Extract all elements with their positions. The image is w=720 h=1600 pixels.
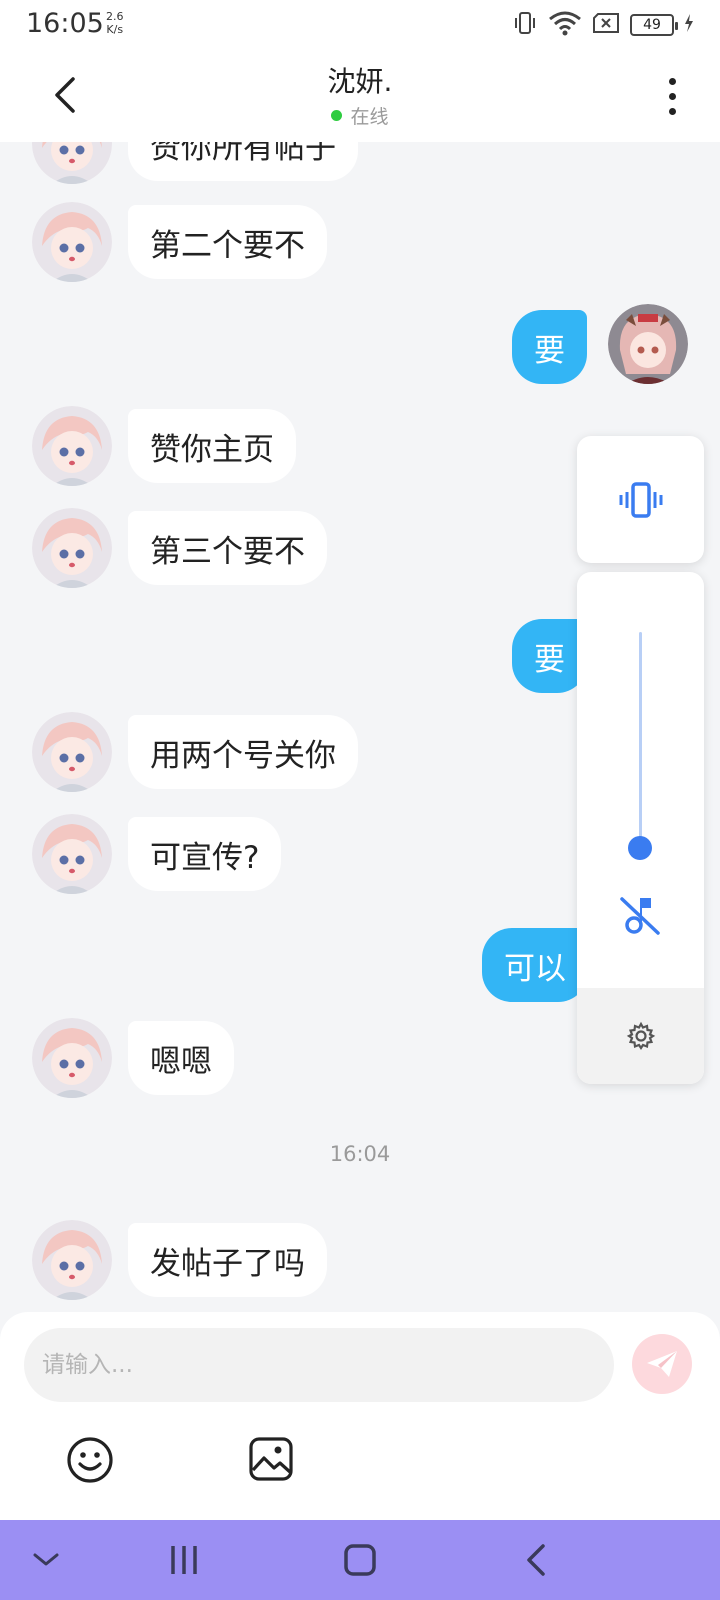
settings-icon [626, 1021, 655, 1050]
message-bubble-incoming[interactable]: 发帖子了吗 [128, 1223, 327, 1297]
media-mute-button[interactable] [617, 892, 663, 938]
status-bar: 16:05 2.6 K/s 49 [0, 0, 720, 50]
contact-avatar[interactable] [32, 712, 112, 792]
contact-avatar[interactable] [32, 202, 112, 282]
contact-avatar[interactable] [32, 142, 112, 184]
system-nav-bar [0, 1520, 720, 1600]
user-avatar[interactable] [608, 304, 688, 384]
contact-name: 沈妍. [327, 65, 393, 98]
contact-avatar[interactable] [32, 814, 112, 894]
message-bubble-incoming[interactable]: 第三个要不 [128, 511, 327, 585]
emoji-button[interactable] [66, 1436, 114, 1484]
recents-button[interactable] [160, 1536, 208, 1584]
contact-avatar[interactable] [32, 1220, 112, 1300]
status-time: 16:05 [26, 8, 104, 39]
volume-slider-thumb[interactable] [628, 836, 652, 860]
contact-avatar[interactable] [32, 406, 112, 486]
message-bubble-incoming[interactable]: 第二个要不 [128, 205, 327, 279]
volume-panel [577, 572, 704, 1084]
home-icon [344, 1544, 376, 1576]
message-bubble-incoming[interactable]: 可宣传? [128, 817, 282, 891]
network-speed-unit: K/s [106, 23, 124, 36]
more-options-button[interactable] [654, 70, 690, 122]
battery-icon: 49 [630, 14, 678, 36]
ringer-mode-button[interactable] [577, 436, 704, 563]
message-bubble-incoming[interactable]: 用两个号关你 [128, 715, 358, 789]
volume-settings-button[interactable] [577, 988, 704, 1084]
network-speed-value: 2.6 [106, 10, 124, 23]
chat-header: 沈妍. 在线 [0, 50, 720, 142]
contact-avatar[interactable] [32, 1018, 112, 1098]
no-sim-icon [592, 12, 620, 38]
message-bubble-incoming[interactable]: 赞你所有帖子 [128, 142, 358, 181]
vibrate-mode-icon [619, 481, 662, 518]
online-status-label: 在线 [350, 106, 389, 128]
wifi-icon [548, 10, 582, 40]
message-bubble-incoming[interactable]: 嗯嗯 [128, 1021, 234, 1095]
contact-info[interactable]: 沈妍. 在线 [0, 60, 720, 129]
volume-slider-track[interactable] [639, 632, 642, 852]
home-button[interactable] [336, 1536, 384, 1584]
online-dot-icon [331, 110, 343, 121]
nav-back-button[interactable] [512, 1536, 560, 1584]
status-icons: 49 [512, 10, 694, 40]
media-muted-icon [620, 897, 660, 935]
message-bubble-outgoing[interactable]: 要 [512, 310, 587, 384]
message-bubble-outgoing[interactable]: 要 [512, 619, 587, 693]
message-timestamp: 16:04 [329, 1142, 391, 1166]
vibrate-icon [512, 10, 538, 40]
charging-icon [684, 14, 694, 36]
recents-icon [171, 1546, 197, 1574]
online-status: 在线 [0, 102, 720, 129]
back-icon [527, 1544, 545, 1576]
send-icon [647, 1351, 677, 1377]
image-icon [249, 1437, 293, 1481]
contact-avatar[interactable] [32, 508, 112, 588]
message-bubble-outgoing[interactable]: 可以 [482, 928, 588, 1002]
hide-keyboard-button[interactable] [22, 1536, 70, 1584]
send-button[interactable] [632, 1334, 692, 1394]
hide-keyboard-icon [33, 1553, 59, 1566]
network-speed: 2.6 K/s [106, 10, 124, 36]
message-composer [0, 1312, 720, 1520]
dot [668, 107, 676, 115]
emoji-icon [67, 1437, 113, 1483]
message-bubble-incoming[interactable]: 赞你主页 [128, 409, 296, 483]
dot [668, 92, 676, 100]
image-button[interactable] [248, 1436, 294, 1482]
battery-level: 49 [643, 17, 661, 33]
dot [668, 77, 676, 85]
message-input[interactable] [24, 1328, 614, 1402]
